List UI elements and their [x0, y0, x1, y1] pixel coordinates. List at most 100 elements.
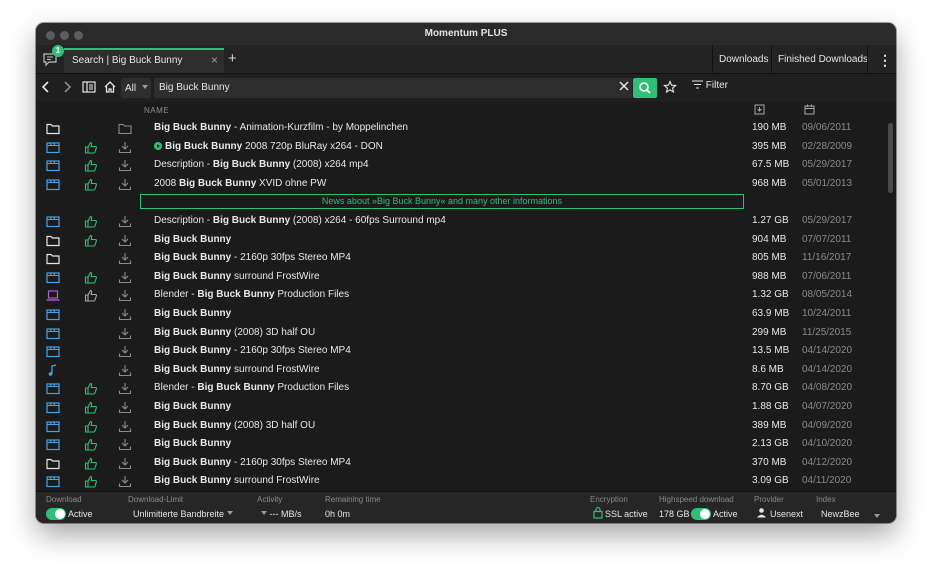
- search-input[interactable]: Big Buck Bunny: [154, 78, 632, 98]
- home-icon[interactable]: [103, 80, 117, 94]
- table-row[interactable]: Big Buck Bunny surround FrostWire 3.09 GB…: [36, 472, 886, 491]
- search-button[interactable]: [633, 78, 657, 98]
- size-column-icon[interactable]: [754, 104, 765, 115]
- thumbs-up-icon[interactable]: [84, 215, 98, 228]
- result-name[interactable]: Description - Big Buck Bunny (2008) x264…: [154, 215, 734, 226]
- back-arrow-icon[interactable]: [41, 80, 51, 94]
- news-link[interactable]: News about »Big Buck Bunny« and many oth…: [140, 194, 744, 210]
- download-icon[interactable]: [118, 159, 132, 172]
- finished-downloads-button[interactable]: Finished Downloads: [778, 54, 868, 65]
- result-name[interactable]: Big Buck Bunny (2008) 3D half OU: [154, 420, 734, 431]
- play-icon[interactable]: [154, 141, 162, 150]
- table-row[interactable]: Big Buck Bunny - 2160p 30fps Stereo MP4 3…: [36, 454, 886, 473]
- provider-value[interactable]: Usenext: [770, 509, 803, 519]
- scrollbar[interactable]: [888, 123, 893, 193]
- sidebar-toggle-icon[interactable]: [82, 80, 96, 94]
- result-name[interactable]: Blender - Big Buck Bunny Production File…: [154, 289, 734, 300]
- thumbs-up-icon[interactable]: [84, 289, 98, 302]
- table-row[interactable]: Blender - Big Buck Bunny Production File…: [36, 286, 886, 305]
- download-icon[interactable]: [118, 178, 132, 191]
- table-row[interactable]: Big Buck Bunny (2008) 3D half OU 389 MB 04…: [36, 417, 886, 436]
- result-name[interactable]: Blender - Big Buck Bunny Production File…: [154, 382, 734, 393]
- table-row[interactable]: Blender - Big Buck Bunny Production File…: [36, 379, 886, 398]
- result-name[interactable]: Big Buck Bunny (2008) 3D half OU: [154, 327, 734, 338]
- category-select[interactable]: All: [121, 78, 151, 98]
- result-name[interactable]: Big Buck Bunny surround FrostWire: [154, 364, 734, 375]
- thumbs-up-icon[interactable]: [84, 178, 98, 191]
- column-header-name[interactable]: NAME: [144, 106, 169, 115]
- download-icon[interactable]: [118, 401, 132, 414]
- download-icon[interactable]: [118, 382, 132, 395]
- index-value[interactable]: NewzBee: [821, 509, 860, 519]
- filter-button[interactable]: Filter: [692, 80, 728, 91]
- download-icon[interactable]: [118, 364, 132, 377]
- thumbs-up-icon[interactable]: [84, 457, 98, 470]
- download-icon[interactable]: [118, 215, 132, 228]
- result-name[interactable]: Big Buck Bunny: [154, 234, 734, 245]
- tab-search[interactable]: Search | Big Buck Bunny ×: [64, 48, 224, 73]
- result-name[interactable]: Big Buck Bunny surround FrostWire: [154, 271, 734, 282]
- activity-select[interactable]: --- MB/s: [261, 509, 302, 519]
- result-name[interactable]: Big Buck Bunny 2008 720p BluRay x264 - D…: [154, 141, 734, 152]
- thumbs-up-icon[interactable]: [84, 271, 98, 284]
- table-row[interactable]: Big Buck Bunny (2008) 3D half OU 299 MB 11…: [36, 324, 886, 343]
- result-name[interactable]: Big Buck Bunny - Animation-Kurzfilm - by…: [154, 122, 734, 133]
- calendar-icon[interactable]: [804, 104, 815, 115]
- result-name[interactable]: Big Buck Bunny - 2160p 30fps Stereo MP4: [154, 252, 734, 263]
- table-row[interactable]: Big Buck Bunny 1.88 GB 04/07/2020: [36, 398, 886, 417]
- download-icon[interactable]: [118, 475, 132, 488]
- table-row[interactable]: Big Buck Bunny 2.13 GB 04/10/2020: [36, 435, 886, 454]
- thumbs-up-icon[interactable]: [84, 141, 98, 154]
- table-row[interactable]: Big Buck Bunny 2008 720p BluRay x264 - D…: [36, 138, 886, 157]
- download-icon[interactable]: [118, 457, 132, 470]
- result-name[interactable]: Big Buck Bunny - 2160p 30fps Stereo MP4: [154, 345, 734, 356]
- result-name[interactable]: Description - Big Buck Bunny (2008) x264…: [154, 159, 734, 170]
- table-row[interactable]: Big Buck Bunny - Animation-Kurzfilm - by…: [36, 119, 886, 138]
- download-limit-select[interactable]: Unlimitierte Bandbreite: [133, 509, 233, 519]
- download-icon[interactable]: [118, 420, 132, 433]
- result-name[interactable]: Big Buck Bunny: [154, 401, 734, 412]
- thumbs-up-icon[interactable]: [84, 234, 98, 247]
- thumbs-up-icon[interactable]: [84, 401, 98, 414]
- result-name[interactable]: Big Buck Bunny - 2160p 30fps Stereo MP4: [154, 457, 734, 468]
- open-folder-icon[interactable]: [118, 122, 132, 135]
- thumbs-up-icon[interactable]: [84, 475, 98, 488]
- thumbs-up-icon[interactable]: [84, 382, 98, 395]
- table-row[interactable]: Description - Big Buck Bunny (2008) x264…: [36, 212, 886, 231]
- star-icon[interactable]: [663, 80, 677, 94]
- table-row[interactable]: Big Buck Bunny surround FrostWire 988 MB 0…: [36, 268, 886, 287]
- download-icon[interactable]: [118, 345, 132, 358]
- thumbs-up-icon[interactable]: [84, 159, 98, 172]
- clear-search-icon[interactable]: [619, 81, 629, 91]
- chevron-down-icon[interactable]: [874, 514, 880, 518]
- download-icon[interactable]: [118, 234, 132, 247]
- download-icon[interactable]: [118, 438, 132, 451]
- table-row[interactable]: Big Buck Bunny 904 MB 07/07/2011: [36, 231, 886, 250]
- forward-arrow-icon[interactable]: [62, 80, 72, 94]
- table-row[interactable]: Big Buck Bunny - 2160p 30fps Stereo MP4 1…: [36, 342, 886, 361]
- download-toggle[interactable]: [46, 508, 66, 520]
- result-name[interactable]: 2008 Big Buck Bunny XVID ohne PW: [154, 178, 734, 189]
- download-icon[interactable]: [118, 252, 132, 265]
- notification-badge[interactable]: 1: [52, 45, 64, 57]
- thumbs-up-icon[interactable]: [84, 420, 98, 433]
- downloads-button[interactable]: Downloads: [719, 54, 768, 65]
- add-tab-button[interactable]: +: [228, 50, 237, 67]
- download-icon[interactable]: [118, 141, 132, 154]
- result-name[interactable]: Big Buck Bunny surround FrostWire: [154, 475, 734, 486]
- more-menu-icon[interactable]: ⋮: [878, 52, 892, 69]
- table-row[interactable]: Big Buck Bunny surround FrostWire 8.6 MB 0…: [36, 361, 886, 380]
- download-icon[interactable]: [118, 271, 132, 284]
- table-row[interactable]: 2008 Big Buck Bunny XVID ohne PW 968 MB 05…: [36, 175, 886, 194]
- result-name[interactable]: Big Buck Bunny: [154, 308, 734, 319]
- download-icon[interactable]: [118, 308, 132, 321]
- highspeed-toggle[interactable]: [691, 508, 711, 520]
- table-row[interactable]: Description - Big Buck Bunny (2008) x264…: [36, 156, 886, 175]
- table-row[interactable]: Big Buck Bunny 63.9 MB 10/24/2011: [36, 305, 886, 324]
- download-icon[interactable]: [118, 289, 132, 302]
- table-row[interactable]: Big Buck Bunny - 2160p 30fps Stereo MP4 8…: [36, 249, 886, 268]
- result-name[interactable]: Big Buck Bunny: [154, 438, 734, 449]
- download-icon[interactable]: [118, 327, 132, 340]
- tab-close-icon[interactable]: ×: [211, 53, 218, 67]
- thumbs-up-icon[interactable]: [84, 438, 98, 451]
